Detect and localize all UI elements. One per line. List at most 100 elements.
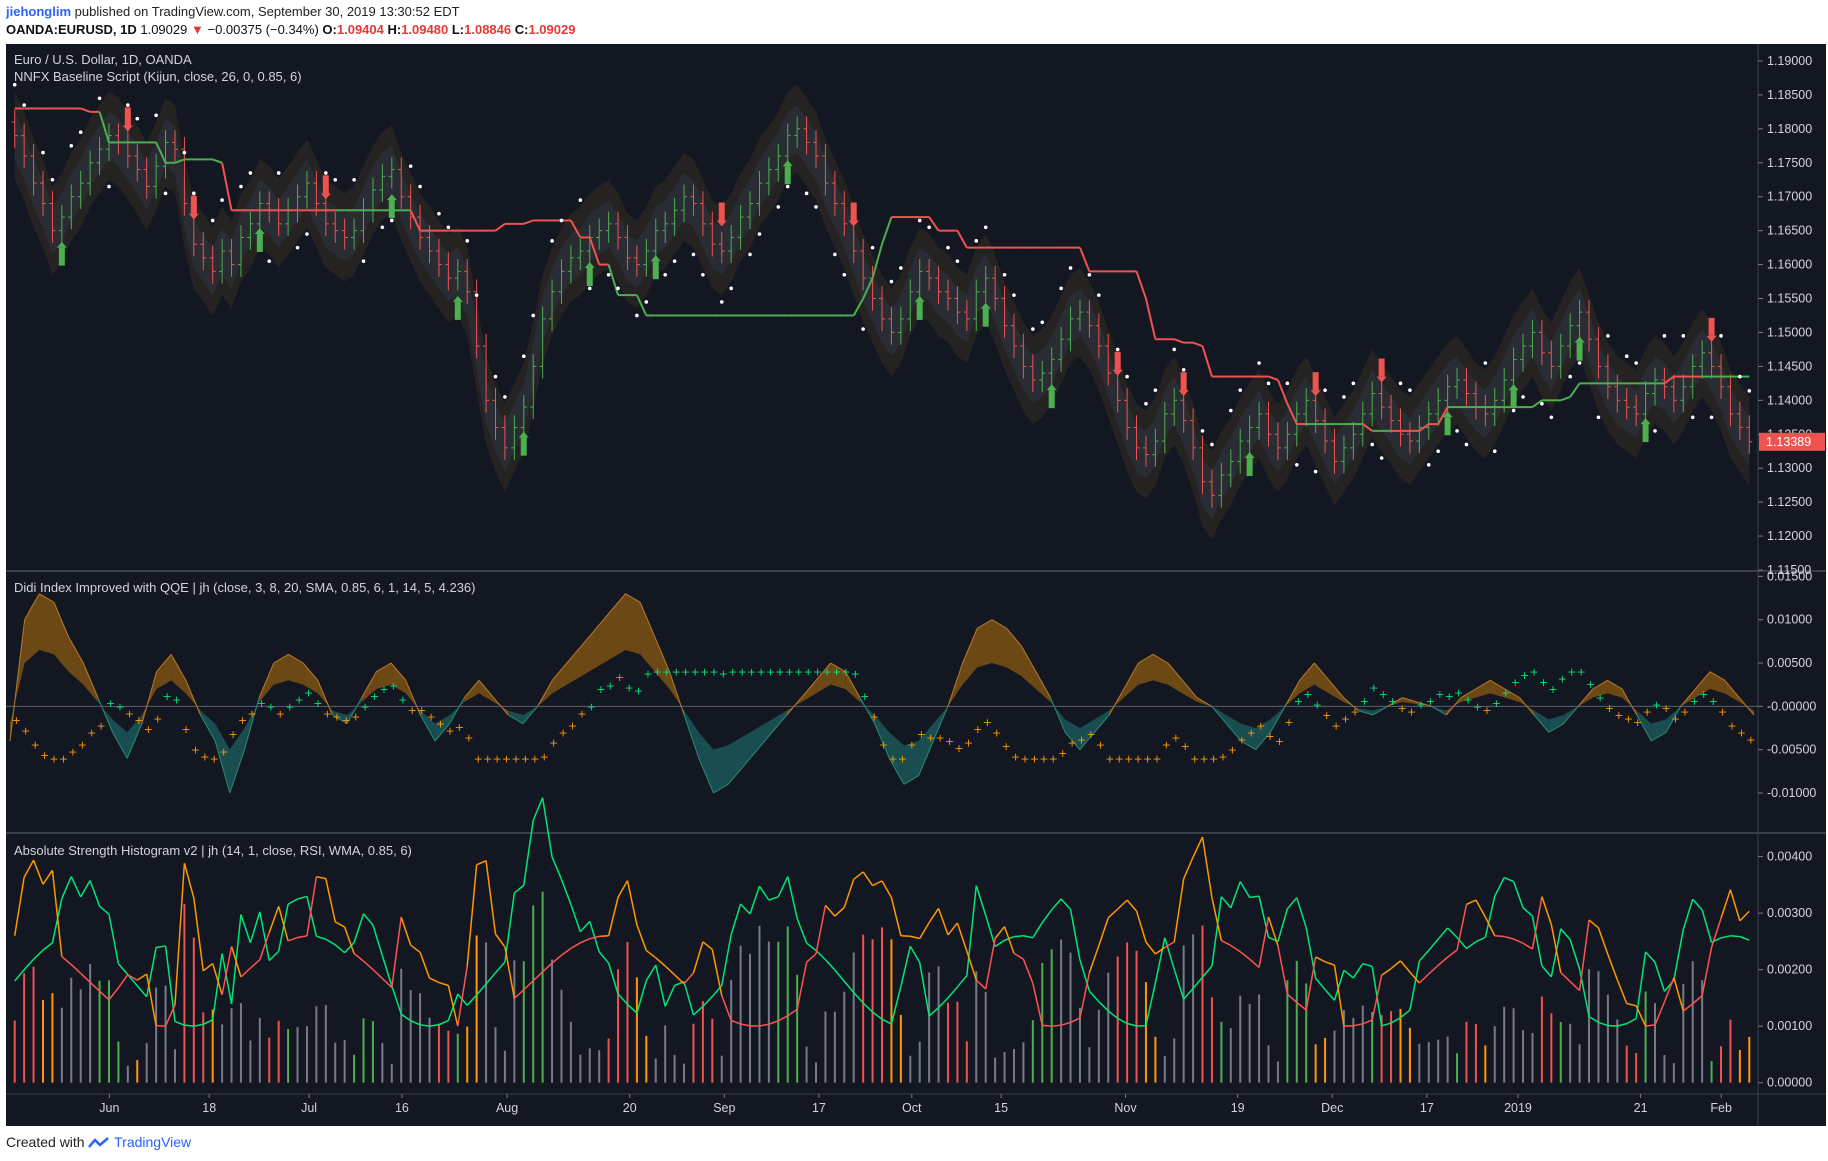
bulls-line [193, 1023, 204, 1027]
qqe-cross: + [681, 666, 690, 679]
bulls-line [287, 898, 298, 905]
qqe-cross: + [530, 752, 539, 765]
x-tick-label: Jul [301, 1101, 317, 1115]
qqe-cross: + [549, 737, 558, 750]
bulls-line [1107, 1010, 1119, 1019]
bulls-line [1494, 877, 1505, 897]
bulls-line [796, 918, 808, 944]
histogram-bar [965, 1041, 968, 1083]
bears-line [221, 946, 233, 995]
bulls-line [325, 938, 336, 946]
didi-indicator-label[interactable]: Didi Index Improved with QQE | jh (close… [14, 580, 476, 595]
bears-line [919, 922, 930, 939]
qqe-cross: + [427, 711, 436, 724]
qqe-cross: + [1463, 693, 1472, 706]
psar-dot [1144, 401, 1148, 406]
qqe-cross: + [474, 752, 483, 765]
qqe-cross: + [1511, 676, 1520, 689]
histogram-bar [1276, 1061, 1279, 1083]
bears-line [268, 906, 280, 933]
histogram-bar [503, 1050, 506, 1083]
bears-line [466, 864, 478, 967]
histogram-bar [645, 1035, 648, 1083]
baseline-segment [1173, 338, 1185, 344]
bulls-line [683, 981, 695, 1016]
bulls-line [494, 961, 506, 974]
bears-line [815, 905, 827, 954]
histogram-bar [1192, 934, 1195, 1083]
psar-dot [955, 259, 960, 263]
psar-dot [1408, 388, 1412, 392]
histogram-bar [777, 941, 780, 1083]
psar-dot [1738, 374, 1742, 379]
qqe-cross: + [247, 707, 256, 720]
psar-dot [1012, 293, 1016, 297]
bulls-line [108, 914, 120, 964]
bulls-line [1117, 1017, 1128, 1025]
open-label: O: [322, 22, 337, 37]
arrow-body [1246, 458, 1253, 477]
histogram-bar [1512, 1008, 1515, 1083]
bulls-line [1522, 907, 1533, 917]
qqe-cross: + [332, 711, 341, 724]
bulls-line [1145, 982, 1157, 1026]
bears-line [1117, 899, 1128, 910]
bulls-line [1220, 896, 1232, 909]
bulls-line [1541, 965, 1552, 978]
histogram-bar [1295, 960, 1298, 1083]
psar-dot [1342, 395, 1346, 399]
qqe-cross: + [1643, 706, 1652, 719]
bulls-line [145, 947, 157, 997]
bears-line [1042, 1024, 1052, 1027]
histogram-bar [1729, 1019, 1732, 1083]
arrow-body [982, 308, 989, 327]
footer-brand[interactable]: TradingView [114, 1134, 191, 1150]
qqe-cross: + [1473, 700, 1482, 713]
histogram-bar [1088, 1047, 1091, 1083]
bulls-line [1296, 897, 1307, 928]
bulls-line [1569, 939, 1581, 970]
qqe-cross: + [1595, 692, 1604, 705]
qqe-cross: + [870, 711, 879, 724]
qqe-cross: + [295, 693, 304, 706]
bulls-line [80, 880, 91, 898]
bears-line [523, 980, 534, 991]
qqe-cross: + [1152, 752, 1161, 765]
baseline-indicator-label[interactable]: NNFX Baseline Script (Kijun, close, 26, … [14, 69, 302, 84]
qqe-cross: + [511, 752, 520, 765]
histogram-bar [456, 1033, 459, 1083]
qqe-cross: + [342, 714, 351, 727]
bears-line [617, 880, 629, 898]
histogram-bar [1163, 1056, 1166, 1083]
qqe-cross: + [49, 752, 58, 765]
didi-area [581, 628, 597, 676]
qqe-cross: + [540, 751, 549, 764]
histogram-bar [852, 952, 855, 1083]
psar-dot [69, 144, 74, 148]
bears-line [1390, 960, 1401, 970]
x-tick-label: 19 [1231, 1101, 1245, 1115]
histogram-bar [1258, 994, 1261, 1083]
histogram-bar [221, 1024, 224, 1083]
psar-dot [1370, 442, 1375, 447]
histogram-bar [833, 1011, 836, 1083]
author-link[interactable]: jiehonglim [6, 4, 71, 19]
psar-dot [107, 184, 111, 189]
bulls-line [61, 876, 72, 899]
qqe-cross: + [1718, 706, 1727, 719]
qqe-cross: + [238, 714, 247, 727]
qqe-cross: + [1115, 752, 1124, 765]
bulls-line [1447, 927, 1458, 939]
bulls-line [485, 972, 497, 985]
histogram-bar [249, 1040, 252, 1083]
bulls-line [362, 913, 374, 926]
bears-line [513, 989, 525, 999]
bulls-line [1060, 898, 1072, 910]
bears-line [1126, 899, 1138, 912]
baseline-segment [221, 162, 233, 211]
bulls-line [1475, 936, 1486, 943]
qqe-cross: + [200, 751, 209, 764]
chart-canvas[interactable]: 1.19000 1.18500 1.18000 1.17500 1.17000 1.165… [6, 44, 1826, 1126]
ash-indicator-label[interactable]: Absolute Strength Histogram v2 | jh (14,… [14, 843, 412, 858]
bears-line [1135, 910, 1147, 943]
